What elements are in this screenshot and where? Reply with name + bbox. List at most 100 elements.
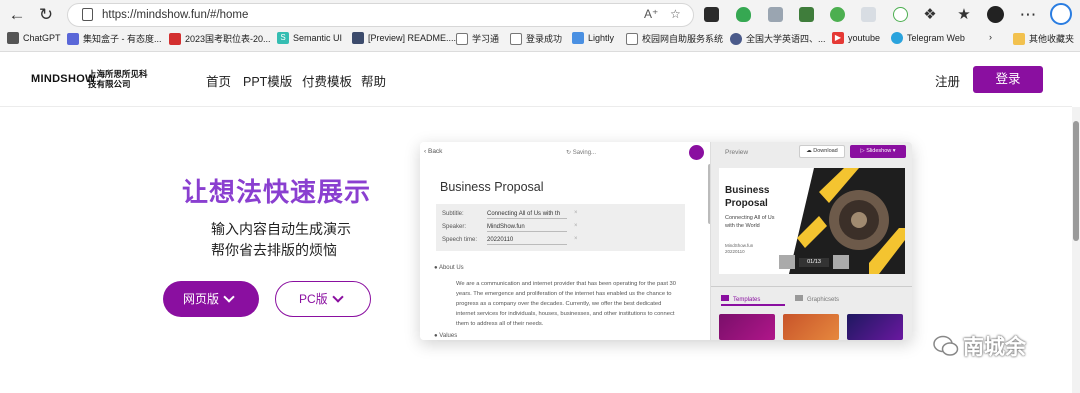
template-thumbnail[interactable] <box>719 314 775 340</box>
tab-templates-label: Templates <box>733 297 761 303</box>
clear-icon[interactable]: × <box>574 210 578 216</box>
refresh-icon[interactable]: ↻ <box>34 4 58 26</box>
bookmark-item[interactable]: ChatGPT <box>7 32 61 44</box>
slide-preview[interactable]: Business Proposal Connecting All of Us w… <box>719 168 905 274</box>
wechat-icon <box>933 335 959 356</box>
youtube-icon: ▶ <box>832 32 844 44</box>
divider <box>711 286 912 287</box>
shield-icon[interactable] <box>736 7 751 22</box>
extension-icon[interactable] <box>704 7 719 22</box>
bookmark-item[interactable]: Lightly <box>572 32 614 44</box>
bookmark-item[interactable]: Telegram Web <box>891 32 965 44</box>
field-value[interactable]: MindShow.fun <box>487 224 567 232</box>
extension-icon[interactable] <box>830 7 845 22</box>
bookmark-item[interactable]: 登录成功 <box>510 32 562 45</box>
preview-label: Preview <box>725 149 749 156</box>
bookmark-label: Semantic UI <box>293 33 343 43</box>
puzzle-icon <box>67 32 79 45</box>
saving-label: Saving... <box>572 150 597 156</box>
add-favorite-icon[interactable]: ☆ <box>670 7 681 21</box>
slide-meta: MindShow.fun 20220110 <box>725 243 753 255</box>
bookmark-item[interactable]: 校园网自助服务系统 <box>626 32 723 45</box>
bookmarks-bar: ChatGPT 集知盒子 - 有态度... 2023国考职位表-20... SS… <box>0 29 1080 50</box>
url-text[interactable]: https://mindshow.fun/#/home <box>102 9 248 21</box>
bookmark-label: 校园网自助服务系统 <box>642 34 724 44</box>
page-icon <box>510 32 522 45</box>
download-button[interactable]: ☁ Download <box>799 145 845 158</box>
lightly-icon <box>572 32 584 44</box>
watermark-text: 南城余 <box>963 336 1026 359</box>
hero-title: 让想法快速展示 <box>182 177 372 207</box>
translate-icon[interactable] <box>768 7 783 22</box>
favorites-icon[interactable]: ★ <box>952 4 976 26</box>
slide-title: Business Proposal <box>725 184 769 210</box>
clear-icon[interactable]: × <box>574 223 578 229</box>
page-icon <box>626 32 638 45</box>
about-paragraph[interactable]: We are a communication and internet prov… <box>456 279 682 329</box>
slide-subtitle: Connecting All of Us with the World <box>725 214 775 230</box>
more-icon[interactable]: ⋯ <box>1016 4 1040 26</box>
back-label: Back <box>427 148 443 155</box>
tab-templates[interactable]: Templates <box>721 294 785 306</box>
preview-pane: Preview ☁ Download ▷ Slideshow ▾ Busines… <box>710 142 912 340</box>
page-scrollbar-thumb[interactable] <box>1073 121 1079 241</box>
avatar[interactable] <box>987 6 1004 23</box>
bookmark-label: 集知盒子 - 有态度... <box>83 34 162 44</box>
bookmark-item[interactable]: 学习通 <box>456 32 499 45</box>
doc-title[interactable]: Business Proposal <box>440 180 544 194</box>
template-thumbnail[interactable] <box>847 314 903 340</box>
nav-ppt-templates[interactable]: PPT模版 <box>243 71 292 90</box>
bookmark-label: [Preview] README.... <box>368 33 457 43</box>
nav-home[interactable]: 首页 <box>206 71 231 90</box>
logo[interactable]: MINDSHOW <box>31 73 96 85</box>
bookmark-item[interactable]: [Preview] README.... <box>352 32 456 44</box>
read-aloud-icon[interactable]: A⁺ <box>644 7 658 21</box>
field-value[interactable]: 20220110 <box>487 237 567 245</box>
chevron-right-icon[interactable]: › <box>989 32 992 42</box>
section-about[interactable]: ● About Us <box>434 265 464 271</box>
bookmark-label: 全国大学英语四、... <box>746 34 826 44</box>
web-version-button[interactable]: 网页版 <box>163 281 259 317</box>
bing-icon[interactable] <box>1050 3 1072 25</box>
slideshow-button[interactable]: ▷ Slideshow ▾ <box>850 145 906 158</box>
address-bar[interactable]: https://mindshow.fun/#/home A⁺ ☆ <box>67 3 694 27</box>
bookmark-item[interactable]: S Semantic UI <box>277 32 342 44</box>
bookmark-item[interactable]: 2023国考职位表-20... <box>169 32 271 45</box>
editor-pane: ‹ Back ↻ Saving... Business Proposal Sub… <box>420 142 712 340</box>
tab-graphicsets[interactable]: Graphicsets <box>795 294 865 306</box>
section-values[interactable]: ● Values <box>434 333 457 339</box>
hero-subtitle-2: 帮你省去排版的烦恼 <box>211 242 337 258</box>
other-bookmarks[interactable]: 其他收藏夹 <box>1013 32 1074 45</box>
extension-icon[interactable] <box>893 7 908 22</box>
extension-icon[interactable] <box>861 7 876 22</box>
pc-version-button[interactable]: PC版 <box>275 281 371 317</box>
prev-slide-button[interactable] <box>779 255 795 269</box>
bookmark-item[interactable]: 集知盒子 - 有态度... <box>67 32 162 45</box>
field-label: Speaker: <box>442 224 467 230</box>
other-bookmarks-label: 其他收藏夹 <box>1029 34 1075 44</box>
pc-version-label: PC版 <box>299 292 328 306</box>
nav-paid-templates[interactable]: 付费模板 <box>302 71 352 90</box>
next-slide-button[interactable] <box>833 255 849 269</box>
template-thumbnail[interactable] <box>783 314 839 340</box>
register-link[interactable]: 注册 <box>935 71 960 90</box>
bookmark-label: Telegram Web <box>907 33 965 43</box>
bookmark-item[interactable]: ▶ youtube <box>832 32 880 44</box>
nav-help[interactable]: 帮助 <box>361 71 386 90</box>
logo-company: 上海所思所见科技有限公司 <box>88 69 148 89</box>
clear-icon[interactable]: × <box>574 236 578 242</box>
doc-fields: Subtitle: Connecting All of Us with th S… <box>436 204 685 251</box>
download-ext-icon[interactable] <box>799 7 814 22</box>
login-button[interactable]: 登录 <box>973 66 1043 93</box>
pdf-icon <box>169 32 181 45</box>
slide-meta-line: 20220110 <box>725 249 745 254</box>
extensions-puzzle-icon[interactable]: ❖ <box>918 4 942 26</box>
bookmark-label: 2023国考职位表-20... <box>185 34 271 44</box>
bookmark-item[interactable]: 全国大学英语四、... <box>730 32 826 45</box>
user-avatar-icon[interactable] <box>689 145 704 160</box>
slide-subtitle-line: with the World <box>725 223 760 229</box>
back-link[interactable]: ‹ Back <box>424 148 442 155</box>
back-arrow-icon[interactable]: ← <box>5 4 29 26</box>
field-value[interactable]: Connecting All of Us with th <box>487 211 567 219</box>
slide-title-line: Business <box>725 185 770 196</box>
